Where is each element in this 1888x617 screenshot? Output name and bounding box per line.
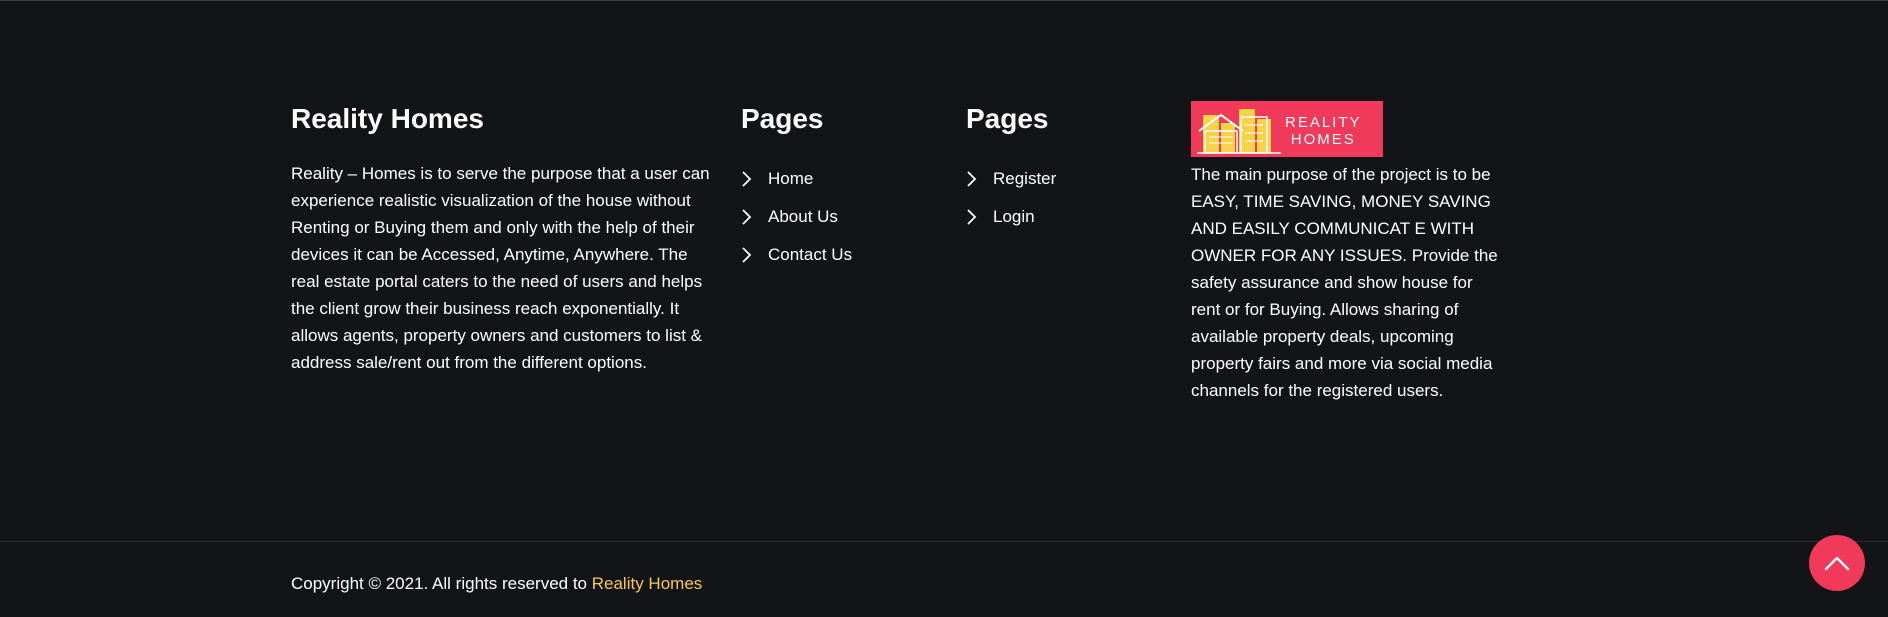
logo-wordmark: REALITY HOMES [1285, 114, 1362, 148]
chevron-right-icon [741, 246, 768, 264]
footer-link-login[interactable]: Login [966, 198, 1166, 236]
logo-line-2: HOMES [1290, 131, 1356, 148]
pages-title-1: Pages [741, 103, 824, 134]
footer-link-contact-us[interactable]: Contact Us [741, 236, 941, 274]
copyright-text: Copyright © 2021. All rights reserved to… [291, 573, 702, 595]
logo-line-1: REALITY [1285, 114, 1362, 131]
scroll-to-top-button[interactable] [1809, 535, 1865, 591]
pages-title-2: Pages [966, 103, 1049, 134]
pages-links-1: Home About Us Contact Us [741, 160, 941, 274]
footer-link-label[interactable]: About Us [768, 207, 838, 227]
logo-description: The main purpose of the project is to be… [1191, 165, 1498, 400]
logo-column: REALITY HOMES The main purpose of the pr… [1191, 101, 1501, 404]
chevron-up-icon [1824, 556, 1850, 571]
chevron-right-icon [966, 170, 993, 188]
footer-link-label[interactable]: Home [768, 169, 813, 189]
copyright-brand-link[interactable]: Reality Homes [592, 574, 703, 593]
chevron-right-icon [966, 208, 993, 226]
top-border [0, 0, 1888, 1]
footer-link-label[interactable]: Contact Us [768, 245, 852, 265]
reality-homes-logo: REALITY HOMES [1191, 101, 1383, 157]
about-text: Reality – Homes is to serve the purpose … [291, 164, 710, 372]
footer-link-about-us[interactable]: About Us [741, 198, 941, 236]
about-column: Reality Homes Reality – Homes is to serv… [291, 100, 711, 376]
about-title: Reality Homes [291, 103, 484, 134]
footer-link-home[interactable]: Home [741, 160, 941, 198]
chevron-right-icon [741, 170, 768, 188]
pages-column-2: Pages Register Login [966, 100, 1166, 236]
footer-link-label[interactable]: Login [993, 207, 1035, 227]
chevron-right-icon [741, 208, 768, 226]
pages-column-1: Pages Home About Us Contact Us [741, 100, 941, 274]
pages-links-2: Register Login [966, 160, 1166, 236]
bottom-divider [0, 541, 1888, 542]
site-footer: Reality Homes Reality – Homes is to serv… [0, 0, 1888, 617]
copyright-prefix: Copyright © 2021. All rights reserved to [291, 574, 592, 593]
footer-link-label[interactable]: Register [993, 169, 1056, 189]
footer-link-register[interactable]: Register [966, 160, 1166, 198]
